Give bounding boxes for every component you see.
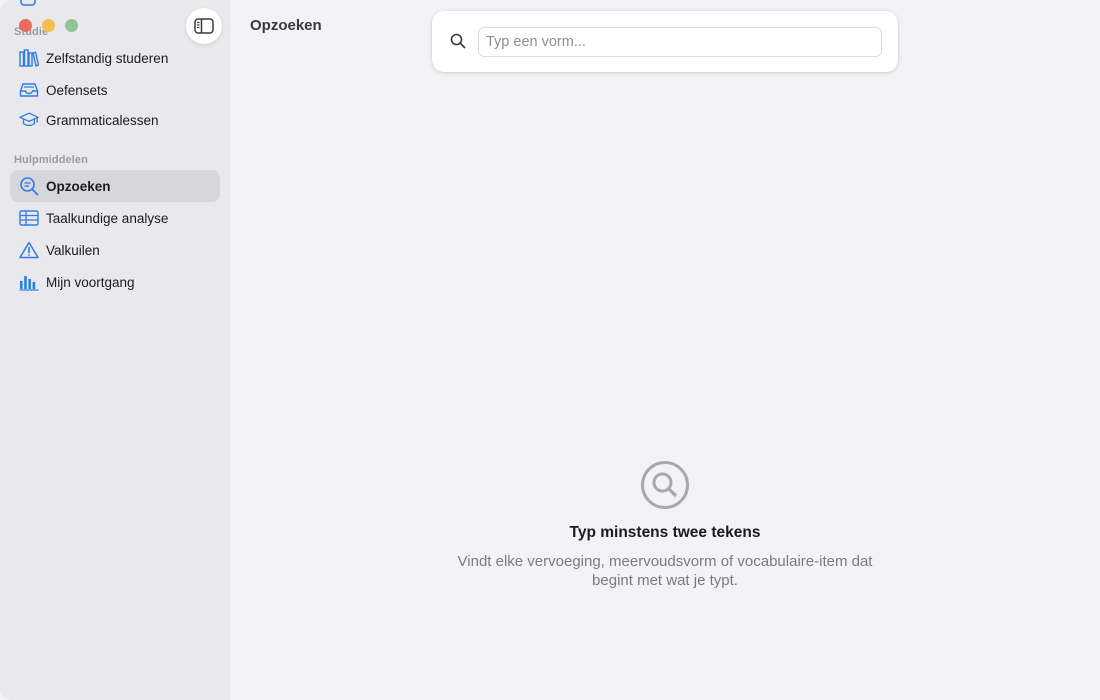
sidebar-item-taalkundige-analyse[interactable]: Taalkundige analyse	[10, 202, 220, 234]
empty-state: Typ minstens twee tekens Vindt elke verv…	[230, 460, 1100, 590]
sidebar-item-label: Opzoeken	[46, 178, 111, 194]
bar-chart-icon	[19, 272, 39, 292]
search-input[interactable]	[478, 27, 882, 57]
table-icon	[19, 208, 39, 228]
sidebar-item-valkuilen[interactable]: Valkuilen	[10, 234, 220, 266]
tray-icon	[19, 80, 39, 100]
sidebar-item-label: Taalkundige analyse	[46, 210, 169, 226]
graduation-cap-icon	[19, 110, 39, 130]
warning-triangle-icon	[19, 240, 39, 260]
page-title: Opzoeken	[250, 17, 322, 34]
sidebar-item-label: Mijn voortgang	[46, 274, 135, 290]
sidebar-item-mijn-voortgang[interactable]: Mijn voortgang	[10, 266, 220, 298]
empty-state-title: Typ minstens twee tekens	[569, 524, 761, 541]
sidebar-item-label: Grammaticalessen	[46, 112, 159, 128]
sidebar-item-zelfstandig-studeren[interactable]: Zelfstandig studeren	[10, 42, 220, 74]
search-icon	[450, 33, 466, 54]
empty-state-description: Vindt elke vervoeging, meervoudsvorm of …	[457, 553, 873, 589]
magnifier-text-icon	[19, 176, 39, 196]
sidebar-item-label: Valkuilen	[46, 242, 100, 258]
magnifier-circle-icon	[641, 461, 689, 509]
sidebar-item-oefensets[interactable]: Oefensets	[10, 74, 220, 106]
sidebar-item-label: Zelfstandig studeren	[46, 50, 169, 66]
section-label-hulpmiddelen: Hulpmiddelen	[14, 154, 88, 166]
window-zoom-button[interactable]	[65, 19, 78, 32]
books-icon	[19, 48, 39, 68]
window-minimize-button[interactable]	[42, 19, 55, 32]
sidebar: Studie Zelfstandig studeren Oefensets Gr…	[0, 0, 230, 700]
app-window: Studie Zelfstandig studeren Oefensets Gr…	[0, 0, 1100, 700]
sidebar-icon	[194, 18, 214, 34]
window-close-button[interactable]	[19, 19, 32, 32]
main-content: Opzoeken Typ minstens twee tekens Vindt …	[230, 0, 1100, 700]
sidebar-item-opzoeken[interactable]: Opzoeken	[10, 170, 220, 202]
sidebar-item-grammaticalessen[interactable]: Grammaticalessen	[10, 104, 220, 136]
sidebar-toggle-button[interactable]	[186, 8, 222, 44]
sidebar-item-label: Oefensets	[46, 82, 108, 98]
scrolled-item-icon	[20, 0, 38, 13]
search-card	[432, 11, 898, 72]
